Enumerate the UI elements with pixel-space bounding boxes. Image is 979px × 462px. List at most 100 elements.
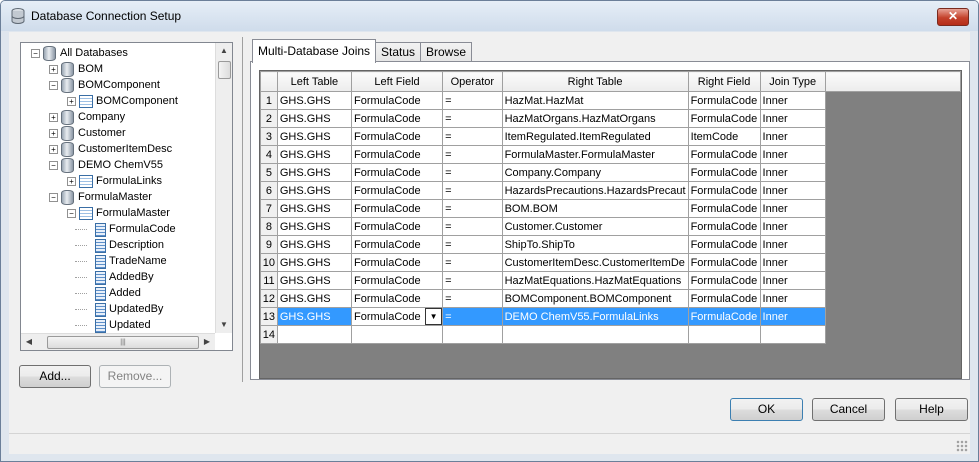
grid-cell[interactable]: GHS.GHS (276, 307, 352, 326)
column-header[interactable]: Left Table (276, 71, 352, 92)
table-row[interactable]: 10 GHS.GHS FormulaCode = CustomerItemDesc.Cu… (260, 253, 961, 272)
grid-cell[interactable]: HazMat.HazMat (501, 91, 689, 110)
tree-item[interactable]: + FormulaLinks (21, 173, 211, 189)
grid-cell[interactable]: FormulaCode (350, 109, 444, 128)
grid-cell[interactable]: GHS.GHS (276, 109, 352, 128)
pane-splitter[interactable] (242, 37, 243, 382)
grid-cell[interactable]: FormulaCode (687, 181, 761, 200)
tree-item[interactable]: Description (21, 237, 211, 253)
tree-item[interactable]: − All Databases (21, 45, 211, 61)
scroll-thumb[interactable] (218, 61, 231, 79)
tree-item[interactable]: FormulaCode (21, 221, 211, 237)
row-number[interactable]: 10 (260, 253, 278, 272)
row-number[interactable]: 2 (260, 109, 278, 128)
grid-cell[interactable]: = (442, 145, 503, 164)
grid-cell[interactable]: FormulaCode (350, 145, 444, 164)
grid-cell[interactable]: GHS.GHS (276, 163, 352, 182)
tree-item[interactable]: + Customer (21, 125, 211, 141)
grid-cell[interactable]: Inner (759, 289, 826, 308)
grid-cell[interactable]: DEMO ChemV55.FormulaLinks (501, 307, 689, 326)
column-header[interactable]: Join Type (759, 71, 826, 92)
table-row[interactable]: 3 GHS.GHS FormulaCode = ItemRegulated.ItemRe… (260, 127, 961, 146)
add-button[interactable]: Add... (19, 365, 91, 388)
grid-cell[interactable]: FormulaCode (687, 271, 761, 290)
tree-item[interactable]: + CustomerItemDesc (21, 141, 211, 157)
grid-cell[interactable]: FormulaCode (687, 145, 761, 164)
grid-cell[interactable]: = (442, 127, 503, 146)
table-row[interactable]: 1 GHS.GHS FormulaCode = HazMat.HazMat Formula… (260, 91, 961, 110)
grid-cell[interactable] (501, 325, 689, 344)
tree-item[interactable]: − FormulaMaster (21, 189, 211, 205)
grid-cell[interactable]: GHS.GHS (276, 145, 352, 164)
grid-cell[interactable]: FormulaCode (350, 271, 444, 290)
row-number[interactable]: 7 (260, 199, 278, 218)
grid-cell[interactable]: Inner (759, 109, 826, 128)
tree-item[interactable]: − DEMO ChemV55 (21, 157, 211, 173)
table-row[interactable]: 13 GHS.GHS FormulaCode ▼ = DEMO ChemV55.Formu… (260, 307, 961, 326)
grid-cell[interactable]: Inner (759, 145, 826, 164)
row-number[interactable]: 11 (260, 271, 278, 290)
table-row[interactable]: 2 GHS.GHS FormulaCode = HazMatOrgans.HazMatO… (260, 109, 961, 128)
joins-grid[interactable]: Left Table Left Field Operator Right Tab… (259, 70, 962, 379)
grid-cell[interactable]: FormulaCode (687, 109, 761, 128)
grid-cell[interactable]: FormulaCode (687, 307, 761, 326)
grid-cell[interactable]: GHS.GHS (276, 235, 352, 254)
grid-cell[interactable]: = (442, 235, 503, 254)
row-number[interactable]: 5 (260, 163, 278, 182)
grid-cell[interactable]: FormulaCode ▼ (350, 307, 444, 326)
grid-cell[interactable]: = (442, 217, 503, 236)
grid-cell[interactable]: Inner (759, 253, 826, 272)
grid-cell[interactable]: = (442, 307, 503, 326)
tree-item[interactable]: + BOM (21, 61, 211, 77)
grid-cell[interactable]: FormulaCode (350, 289, 444, 308)
grid-cell[interactable]: Inner (759, 163, 826, 182)
grid-cell[interactable]: Inner (759, 199, 826, 218)
grid-cell[interactable]: Inner (759, 307, 826, 326)
expand-icon[interactable]: + (67, 97, 76, 106)
row-number[interactable]: 1 (260, 91, 278, 110)
grid-cell[interactable]: Inner (759, 127, 826, 146)
grid-cell[interactable]: ItemCode (687, 127, 761, 146)
grid-cell[interactable]: FormulaCode (350, 253, 444, 272)
scroll-down-icon[interactable]: ▼ (216, 317, 232, 333)
tree-item[interactable]: + Company (21, 109, 211, 125)
grid-cell[interactable]: Company.Company (501, 163, 689, 182)
grid-cell[interactable]: FormulaCode (687, 217, 761, 236)
grid-cell[interactable] (759, 325, 826, 344)
grid-cell[interactable]: BOMComponent.BOMComponent (501, 289, 689, 308)
grid-cell[interactable]: HazardsPrecautions.HazardsPrecaut (501, 181, 689, 200)
row-number[interactable]: 14 (260, 325, 278, 344)
tree-item[interactable]: + BOMComponent (21, 93, 211, 109)
grid-cell[interactable]: Customer.Customer (501, 217, 689, 236)
tab-browse[interactable]: Browse (420, 42, 473, 62)
table-row[interactable]: 8 GHS.GHS FormulaCode = Customer.Customer For… (260, 217, 961, 236)
grid-cell[interactable]: FormulaCode (350, 181, 444, 200)
grid-cell[interactable] (276, 325, 352, 344)
table-row[interactable]: 12 GHS.GHS FormulaCode = BOMComponent.BOMCom… (260, 289, 961, 308)
scroll-left-icon[interactable]: ◀ (21, 334, 37, 350)
collapse-icon[interactable]: − (49, 161, 58, 170)
grid-cell[interactable] (442, 325, 503, 344)
grid-cell[interactable]: FormulaCode (687, 289, 761, 308)
tree-item[interactable]: TradeName (21, 253, 211, 269)
grid-cell[interactable]: GHS.GHS (276, 217, 352, 236)
grid-cell[interactable]: FormulaCode (350, 217, 444, 236)
scroll-right-icon[interactable]: ▶ (199, 334, 215, 350)
expand-icon[interactable]: + (49, 113, 58, 122)
grid-cell[interactable]: Inner (759, 235, 826, 254)
grid-cell[interactable]: = (442, 253, 503, 272)
grid-cell[interactable]: = (442, 181, 503, 200)
grid-cell[interactable]: Inner (759, 217, 826, 236)
grid-cell[interactable] (687, 325, 761, 344)
grid-cell[interactable]: GHS.GHS (276, 181, 352, 200)
row-number[interactable]: 6 (260, 181, 278, 200)
grid-cell[interactable]: FormulaCode (350, 199, 444, 218)
grid-cell[interactable]: FormulaCode (687, 91, 761, 110)
grid-cell[interactable]: = (442, 289, 503, 308)
table-row[interactable]: 14 (260, 325, 961, 344)
cancel-button[interactable]: Cancel (812, 398, 885, 421)
table-row[interactable]: 11 GHS.GHS FormulaCode = HazMatEquations.Haz… (260, 271, 961, 290)
grid-cell[interactable]: ShipTo.ShipTo (501, 235, 689, 254)
grid-cell[interactable]: Inner (759, 181, 826, 200)
tree-horizontal-scrollbar[interactable]: ◀ ||| ▶ (21, 333, 215, 350)
